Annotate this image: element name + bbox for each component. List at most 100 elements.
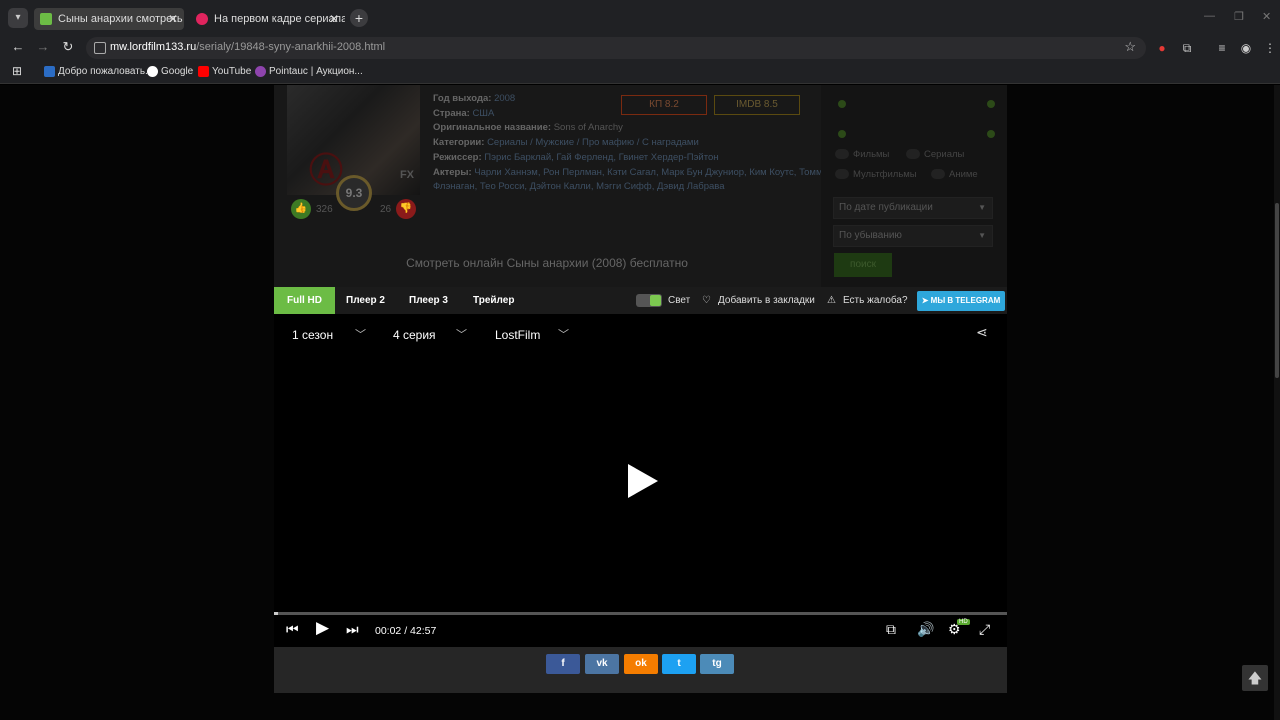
scrollbar[interactable] — [1274, 85, 1280, 720]
heart-icon[interactable]: ♡ — [702, 287, 711, 314]
light-toggle[interactable] — [636, 294, 662, 307]
info-original-title: Оригинальное название: Sons of Anarchy — [433, 122, 623, 133]
kp-rating-badge: КП 8.2 — [621, 95, 707, 115]
filter-serials[interactable]: Сериалы — [906, 149, 964, 160]
extensions-puzzle-icon[interactable]: ⧉ — [1179, 40, 1195, 56]
chevron-down-icon[interactable]: ﹀ — [558, 326, 569, 342]
address-bar[interactable]: mw.lordfilm133.ru/serialy/19848-syny-ana… — [86, 37, 1146, 59]
checkbox[interactable] — [835, 149, 849, 159]
bookmark-youtube[interactable]: YouTube — [198, 66, 251, 77]
scroll-to-top-button[interactable]: 🡅 — [1242, 665, 1268, 691]
tab-player-3[interactable]: Плеер 3 — [409, 287, 448, 314]
close-window-icon[interactable]: ✕ — [1262, 10, 1271, 23]
big-play-icon[interactable] — [628, 464, 658, 498]
scrollbar-thumb[interactable] — [1275, 203, 1279, 378]
progress-bar[interactable] — [274, 612, 1007, 615]
page: Ⓐ FX 9.3 👍 326 26 👎 Год выхода: 2008 Стр… — [0, 85, 1280, 720]
info-label: Режиссер: — [433, 152, 482, 163]
sort-field-select[interactable]: По дате публикации ▼ — [833, 197, 993, 219]
tab-trailer[interactable]: Трейлер — [473, 287, 514, 314]
bookmark-google[interactable]: Google — [147, 66, 193, 77]
pointauc-icon — [255, 66, 266, 77]
share-icon[interactable]: ⋖ — [976, 324, 988, 341]
minimize-icon[interactable]: — — [1204, 10, 1215, 22]
new-tab-button[interactable]: + — [350, 9, 368, 27]
picture-in-picture-icon[interactable]: ⧉ — [886, 621, 896, 638]
bookmark-star-icon[interactable]: ☆ — [1124, 39, 1136, 55]
restore-icon[interactable]: ❐ — [1234, 10, 1244, 23]
add-bookmark-link[interactable]: Добавить в закладки — [718, 287, 815, 314]
close-icon[interactable]: ✕ — [168, 8, 178, 30]
tab-search-button[interactable]: ▾ — [8, 8, 28, 28]
checkbox-label: Аниме — [949, 169, 978, 180]
media-control-icon[interactable]: ≡ — [1214, 40, 1230, 56]
site-info-icon[interactable] — [94, 42, 106, 54]
vk-icon — [44, 66, 55, 77]
slider-handle[interactable] — [838, 130, 846, 138]
chevron-down-icon[interactable]: ﹀ — [456, 326, 467, 342]
chevron-down-icon[interactable]: ﹀ — [355, 326, 366, 342]
filter-films[interactable]: Фильмы — [835, 149, 889, 160]
vk-share-button[interactable]: vk — [585, 654, 619, 674]
tab-article[interactable]: На первом кадре сериала Go... ✕ — [190, 8, 345, 30]
play-icon[interactable]: ▶ — [316, 618, 329, 638]
checkbox[interactable] — [835, 169, 849, 179]
voice-select[interactable]: LostFilm — [495, 328, 540, 342]
likes-count: 326 — [316, 204, 333, 215]
slider-handle[interactable] — [838, 100, 846, 108]
actors-links[interactable]: Чарли Ханнэм, Рон Перлман, Кэти Сагал, М… — [474, 167, 828, 178]
menu-kebab-icon[interactable]: ⋮ — [1262, 40, 1278, 56]
categories-links[interactable]: Сериалы / Мужские / Про мафию / С наград… — [487, 137, 699, 148]
back-icon[interactable]: ← — [9, 39, 27, 54]
next-icon[interactable]: ⏭ — [346, 621, 359, 638]
info-label: Оригинальное название: — [433, 122, 552, 133]
like-icon[interactable]: 👍 — [291, 199, 311, 219]
time-display: 00:02 / 42:57 — [375, 625, 437, 637]
sort-order-select[interactable]: По убыванию ▼ — [833, 225, 993, 247]
bookmark-vk[interactable]: Добро пожаловать... — [44, 66, 153, 77]
telegram-icon: ➤ — [921, 296, 931, 305]
fullscreen-icon[interactable]: ⤢ — [979, 621, 990, 638]
search-button[interactable]: поиск — [834, 253, 892, 277]
extension-icon[interactable]: ● — [1154, 40, 1170, 56]
actors-links[interactable]: Флэнаган, Тео Росси, Дэйтон Калли, Мэгги… — [433, 181, 725, 192]
close-icon[interactable]: ✕ — [329, 8, 339, 30]
episode-select[interactable]: 4 серия — [393, 328, 436, 342]
info-label: Категории: — [433, 137, 485, 148]
directors-links[interactable]: Пэрис Барклай, Гай Ферленд, Гвинет Херде… — [484, 152, 718, 163]
country-link[interactable]: США — [472, 108, 494, 119]
ok-share-button[interactable]: ok — [624, 654, 658, 674]
filter-cartoons[interactable]: Мультфильмы — [835, 169, 917, 180]
slider-handle[interactable] — [987, 130, 995, 138]
tab-lordfilm[interactable]: Сыны анархии смотреть онлайн ✕ — [34, 8, 184, 30]
complaint-link[interactable]: Есть жалоба? — [843, 287, 908, 314]
tab-player-2[interactable]: Плеер 2 — [346, 287, 385, 314]
filter-anime[interactable]: Аниме — [931, 169, 978, 180]
volume-icon[interactable]: 🔊 — [917, 621, 934, 638]
telegram-share-button[interactable]: tg — [700, 654, 734, 674]
year-link[interactable]: 2008 — [494, 93, 515, 104]
apps-grid-icon[interactable]: ⊞ — [12, 64, 22, 78]
tab-full-hd[interactable]: Full HD — [274, 287, 335, 314]
player-tabs-bar: Full HD Плеер 2 Плеер 3 Трейлер Свет ♡ Д… — [274, 287, 1007, 314]
video-player[interactable]: 1 сезон ﹀ 4 серия ﹀ LostFilm ﹀ ⋖ ⏮ ▶ ⏭ 0… — [274, 314, 1007, 647]
profile-icon[interactable]: ◉ — [1238, 40, 1254, 56]
share-bar: f vk ok t tg — [274, 647, 1007, 693]
previous-icon[interactable]: ⏮ — [286, 621, 299, 638]
facebook-share-button[interactable]: f — [546, 654, 580, 674]
twitter-share-button[interactable]: t — [662, 654, 696, 674]
browser-tab-bar: ▾ Сыны анархии смотреть онлайн ✕ На перв… — [0, 0, 1280, 36]
season-select[interactable]: 1 сезон — [292, 328, 333, 342]
info-country: Страна: США — [433, 108, 494, 119]
checkbox[interactable] — [906, 149, 920, 159]
bookmark-pointauc[interactable]: Pointauc | Аукцион... — [255, 66, 363, 77]
url-path: /serialy/19848-syny-anarkhii-2008.html — [196, 41, 386, 53]
dislike-icon[interactable]: 👎 — [396, 199, 416, 219]
forward-icon[interactable]: → — [34, 39, 52, 54]
reload-icon[interactable]: ↻ — [59, 39, 77, 55]
telegram-button[interactable]: ➤ МЫ В TELEGRAM — [917, 291, 1005, 311]
slider-handle[interactable] — [987, 100, 995, 108]
toggle-knob — [650, 295, 661, 306]
checkbox[interactable] — [931, 169, 945, 179]
info-label: Актеры: — [433, 167, 472, 178]
